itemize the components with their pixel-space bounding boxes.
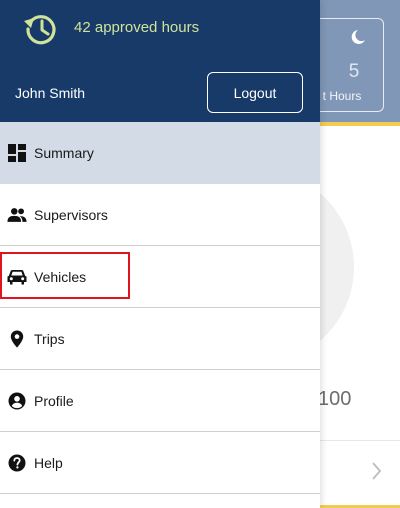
people-icon: [7, 205, 27, 225]
chevron-right-icon[interactable]: [370, 460, 384, 487]
drawer-menu: Summary Supervisors Vehicles Trips Profi…: [0, 122, 320, 494]
user-name: John Smith: [15, 85, 86, 101]
menu-item-trips[interactable]: Trips: [0, 308, 320, 370]
menu-item-profile[interactable]: Profile: [0, 370, 320, 432]
menu-item-help[interactable]: Help: [0, 432, 320, 494]
menu-item-label: Profile: [34, 393, 74, 409]
account-circle-icon: [7, 391, 27, 411]
dashboard-icon: [7, 143, 27, 163]
navigation-drawer: 42 approved hours John Smith Logout Summ…: [0, 0, 320, 508]
car-icon: [7, 267, 27, 287]
history-clock-icon: [22, 10, 60, 48]
help-icon: [7, 453, 27, 473]
menu-item-label: Vehicles: [34, 269, 87, 285]
menu-divider: [0, 493, 320, 494]
menu-item-vehicles[interactable]: Vehicles: [0, 246, 320, 308]
menu-item-label: Supervisors: [34, 207, 108, 223]
menu-item-label: Trips: [34, 331, 65, 347]
menu-item-label: Help: [34, 455, 63, 471]
menu-item-summary[interactable]: Summary: [0, 122, 320, 184]
logout-button[interactable]: Logout: [207, 72, 303, 113]
gauge-max-label: 100: [318, 388, 352, 410]
menu-item-supervisors[interactable]: Supervisors: [0, 184, 320, 246]
drawer-header: 42 approved hours John Smith Logout: [0, 0, 320, 122]
approved-hours-text: 42 approved hours: [74, 19, 200, 36]
menu-item-label: Summary: [34, 145, 94, 161]
location-pin-icon: [7, 329, 27, 349]
